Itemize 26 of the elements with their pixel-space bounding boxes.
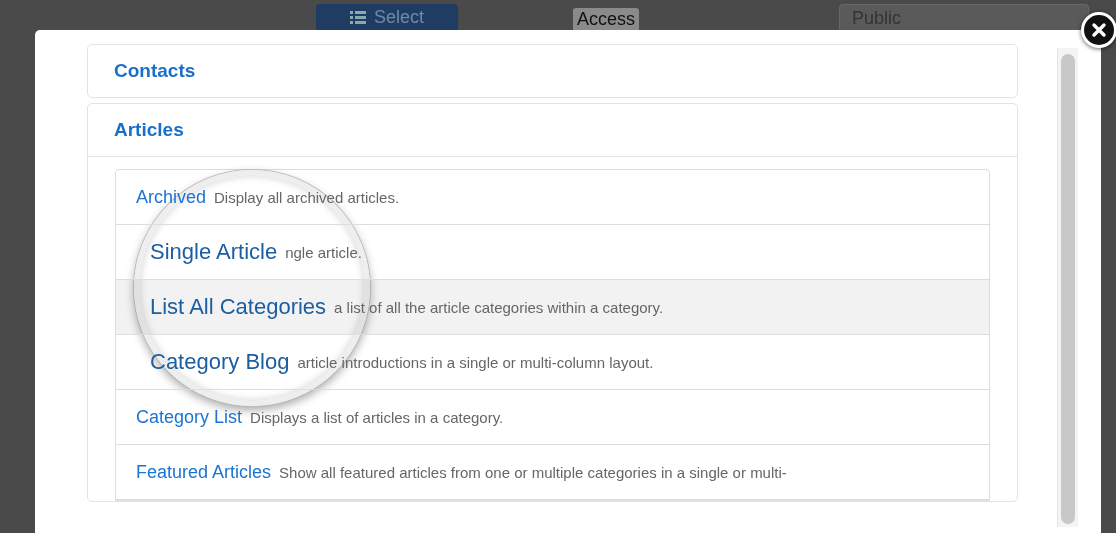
list-row[interactable]: Archived Display all archived articles. (116, 170, 989, 225)
list-row[interactable]: Category List Displays a list of articles in a category. (116, 390, 989, 445)
item-link[interactable]: Archived (136, 186, 207, 208)
panel-title[interactable]: Contacts (88, 45, 1017, 97)
item-link[interactable]: Category List (136, 406, 243, 428)
list-icon (350, 10, 366, 24)
item-link[interactable]: Featured Articles (136, 461, 272, 483)
item-link[interactable]: Single Article (150, 239, 278, 265)
item-description: a list of all the article categories within a category. (334, 298, 664, 316)
item-description: Display all archived articles. (214, 188, 400, 206)
access-label: Access (573, 8, 640, 30)
list-row[interactable]: Featured Articles Show all featured articles from one or multiple categories in a single or multi- (116, 445, 989, 500)
panel-title[interactable]: Articles (88, 104, 1017, 157)
item-description: article introductions in a single or multi-column layout. (297, 353, 654, 371)
close-icon (1090, 21, 1108, 39)
item-link[interactable]: List All Categories (150, 294, 327, 320)
close-button[interactable] (1081, 12, 1116, 48)
item-description: Displays a list of articles in a category. (250, 408, 504, 426)
item-description: Show all featured articles from one or multiple categories in a single or multi- (279, 463, 787, 481)
scrollbar-thumb[interactable] (1061, 54, 1075, 524)
select-button[interactable]: Select (316, 4, 458, 30)
item-description: ngle article. (285, 243, 362, 261)
list-row[interactable]: Category Blog article introductions in a single or multi-column layout. (116, 335, 989, 390)
item-link[interactable]: Category Blog (150, 349, 290, 375)
list-row[interactable]: List All Categories a list of all the article categories within a category. (116, 280, 989, 335)
list-row[interactable]: Single Article ngle article. (116, 225, 989, 280)
